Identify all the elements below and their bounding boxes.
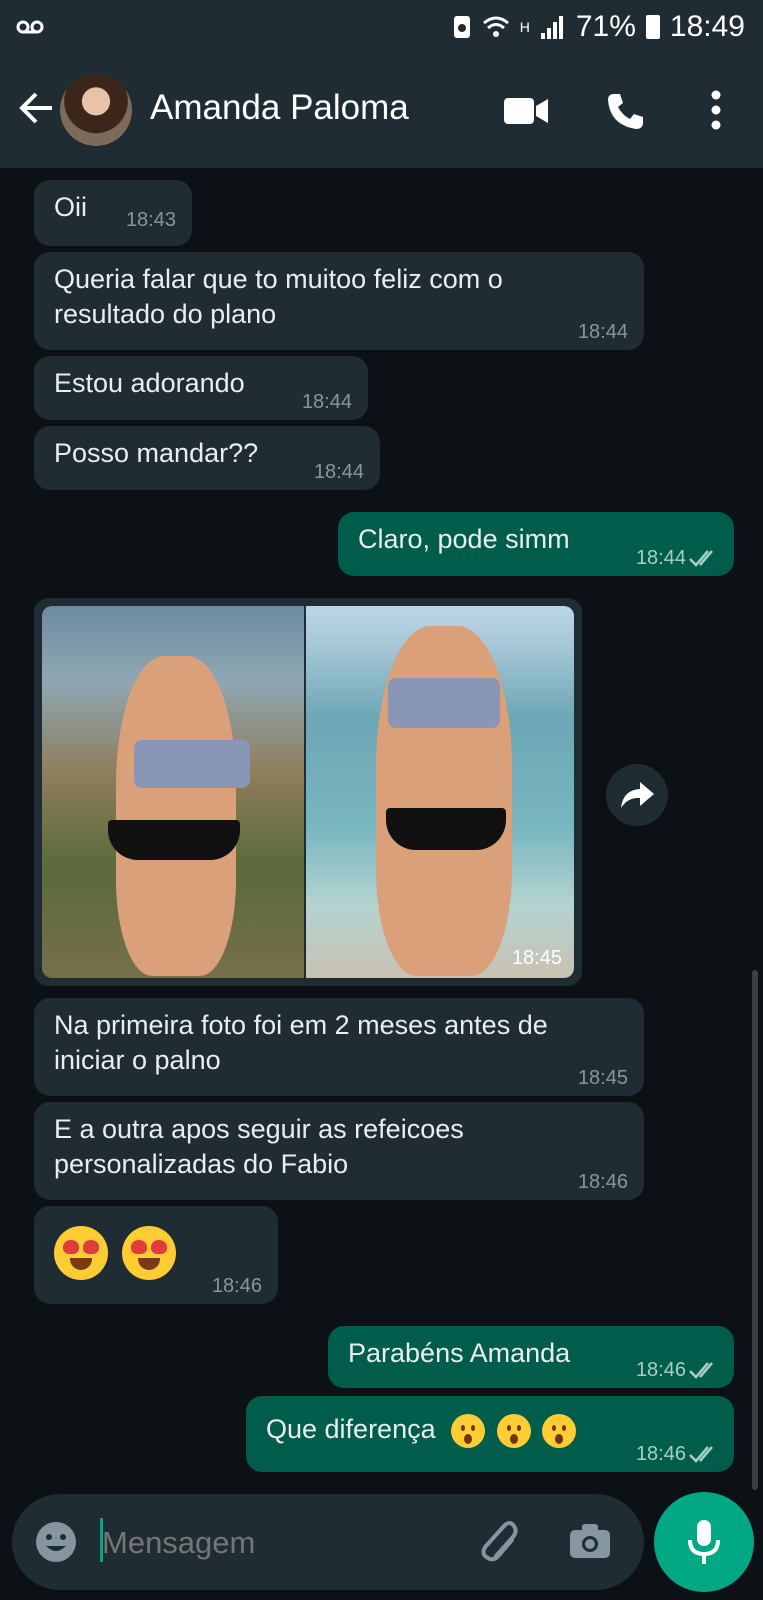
hushed-face-emoji (496, 1413, 531, 1448)
message-time: 18:45 (577, 1067, 628, 1089)
data-saver-icon (453, 16, 470, 38)
read-receipt-icon (689, 550, 713, 567)
emoji-icon[interactable] (34, 1520, 78, 1564)
battery-icon (645, 15, 660, 39)
status-time: 18:49 (669, 10, 745, 43)
message-bubble[interactable]: Parabéns Amanda 18:46 (328, 1326, 734, 1388)
avatar[interactable] (60, 74, 132, 146)
wifi-icon (482, 16, 509, 37)
image-message[interactable]: 18:45 (34, 598, 582, 986)
message-text: Na primeira foto foi em 2 meses antes de… (54, 1010, 548, 1075)
message-bubble[interactable]: Posso mandar?? 18:44 (34, 426, 380, 490)
message-text: Parabéns Amanda (348, 1338, 571, 1368)
hushed-face-emoji (451, 1413, 486, 1448)
after-photo[interactable] (306, 606, 574, 978)
message-text: Que diferença (266, 1414, 436, 1444)
bikini-bottom (386, 808, 506, 850)
status-bar: H 71% 18:49 (0, 0, 763, 54)
message-bubble[interactable]: 18:46 (34, 1206, 278, 1304)
message-text: Posso mandar?? (54, 438, 259, 468)
message-bubble[interactable]: Estou adorando 18:44 (34, 356, 368, 420)
back-arrow-icon[interactable] (16, 88, 56, 128)
contact-name[interactable]: Amanda Paloma (150, 88, 409, 128)
forward-button[interactable] (606, 764, 668, 826)
chat-header: Amanda Paloma (0, 54, 763, 168)
message-bubble[interactable]: Que diferença 18:46 (246, 1396, 734, 1472)
message-bubble[interactable]: Queria falar que to muitoo feliz com o r… (34, 252, 644, 350)
camera-icon[interactable] (568, 1522, 612, 1560)
message-bubble[interactable]: Oii 18:43 (34, 180, 192, 246)
message-text: Oii (54, 192, 87, 222)
message-time: 18:46 (635, 1443, 686, 1465)
message-time: 18:44 (635, 547, 686, 569)
message-bubble[interactable]: Claro, pode simm 18:44 (338, 512, 734, 576)
message-time: 18:44 (313, 461, 364, 483)
message-input[interactable] (100, 1514, 464, 1572)
hushed-face-emoji (542, 1413, 577, 1448)
message-text: Queria falar que to muitoo feliz com o r… (54, 264, 503, 329)
message-text: Estou adorando (54, 368, 245, 398)
battery-percent: 71% (575, 10, 636, 43)
signal-icon (540, 16, 563, 39)
voicemail-icon (16, 20, 44, 34)
read-receipt-icon (689, 1446, 713, 1463)
attach-icon[interactable] (474, 1518, 518, 1566)
forward-icon (621, 782, 654, 808)
message-text: Claro, pode simm (358, 524, 570, 554)
more-options-icon[interactable] (710, 90, 722, 130)
bikini-bottom (108, 820, 240, 860)
heart-eyes-emoji (54, 1226, 108, 1280)
message-time: 18:43 (125, 209, 176, 231)
message-text: E a outra apos seguir as refeicoes perso… (54, 1114, 464, 1179)
bikini-top (388, 678, 500, 728)
read-receipt-icon (689, 1362, 713, 1379)
message-time: 18:44 (577, 321, 628, 343)
scrollbar[interactable] (752, 970, 758, 1490)
network-type-label: H (519, 19, 530, 35)
message-time: 18:44 (301, 391, 352, 413)
video-call-icon[interactable] (504, 96, 548, 126)
message-time: 18:46 (211, 1275, 262, 1297)
message-time: 18:45 (511, 947, 562, 969)
message-bubble[interactable]: E a outra apos seguir as refeicoes perso… (34, 1102, 644, 1200)
message-composer[interactable] (12, 1494, 644, 1590)
phone-icon[interactable] (606, 92, 644, 130)
before-photo[interactable] (42, 606, 304, 978)
voice-message-button[interactable] (654, 1492, 754, 1592)
microphone-icon (688, 1520, 720, 1564)
message-time: 18:46 (577, 1171, 628, 1193)
heart-eyes-emoji (121, 1226, 176, 1280)
figure (116, 656, 236, 976)
message-time: 18:46 (635, 1359, 686, 1381)
bikini-top (134, 740, 250, 788)
message-bubble[interactable]: Na primeira foto foi em 2 meses antes de… (34, 998, 644, 1096)
